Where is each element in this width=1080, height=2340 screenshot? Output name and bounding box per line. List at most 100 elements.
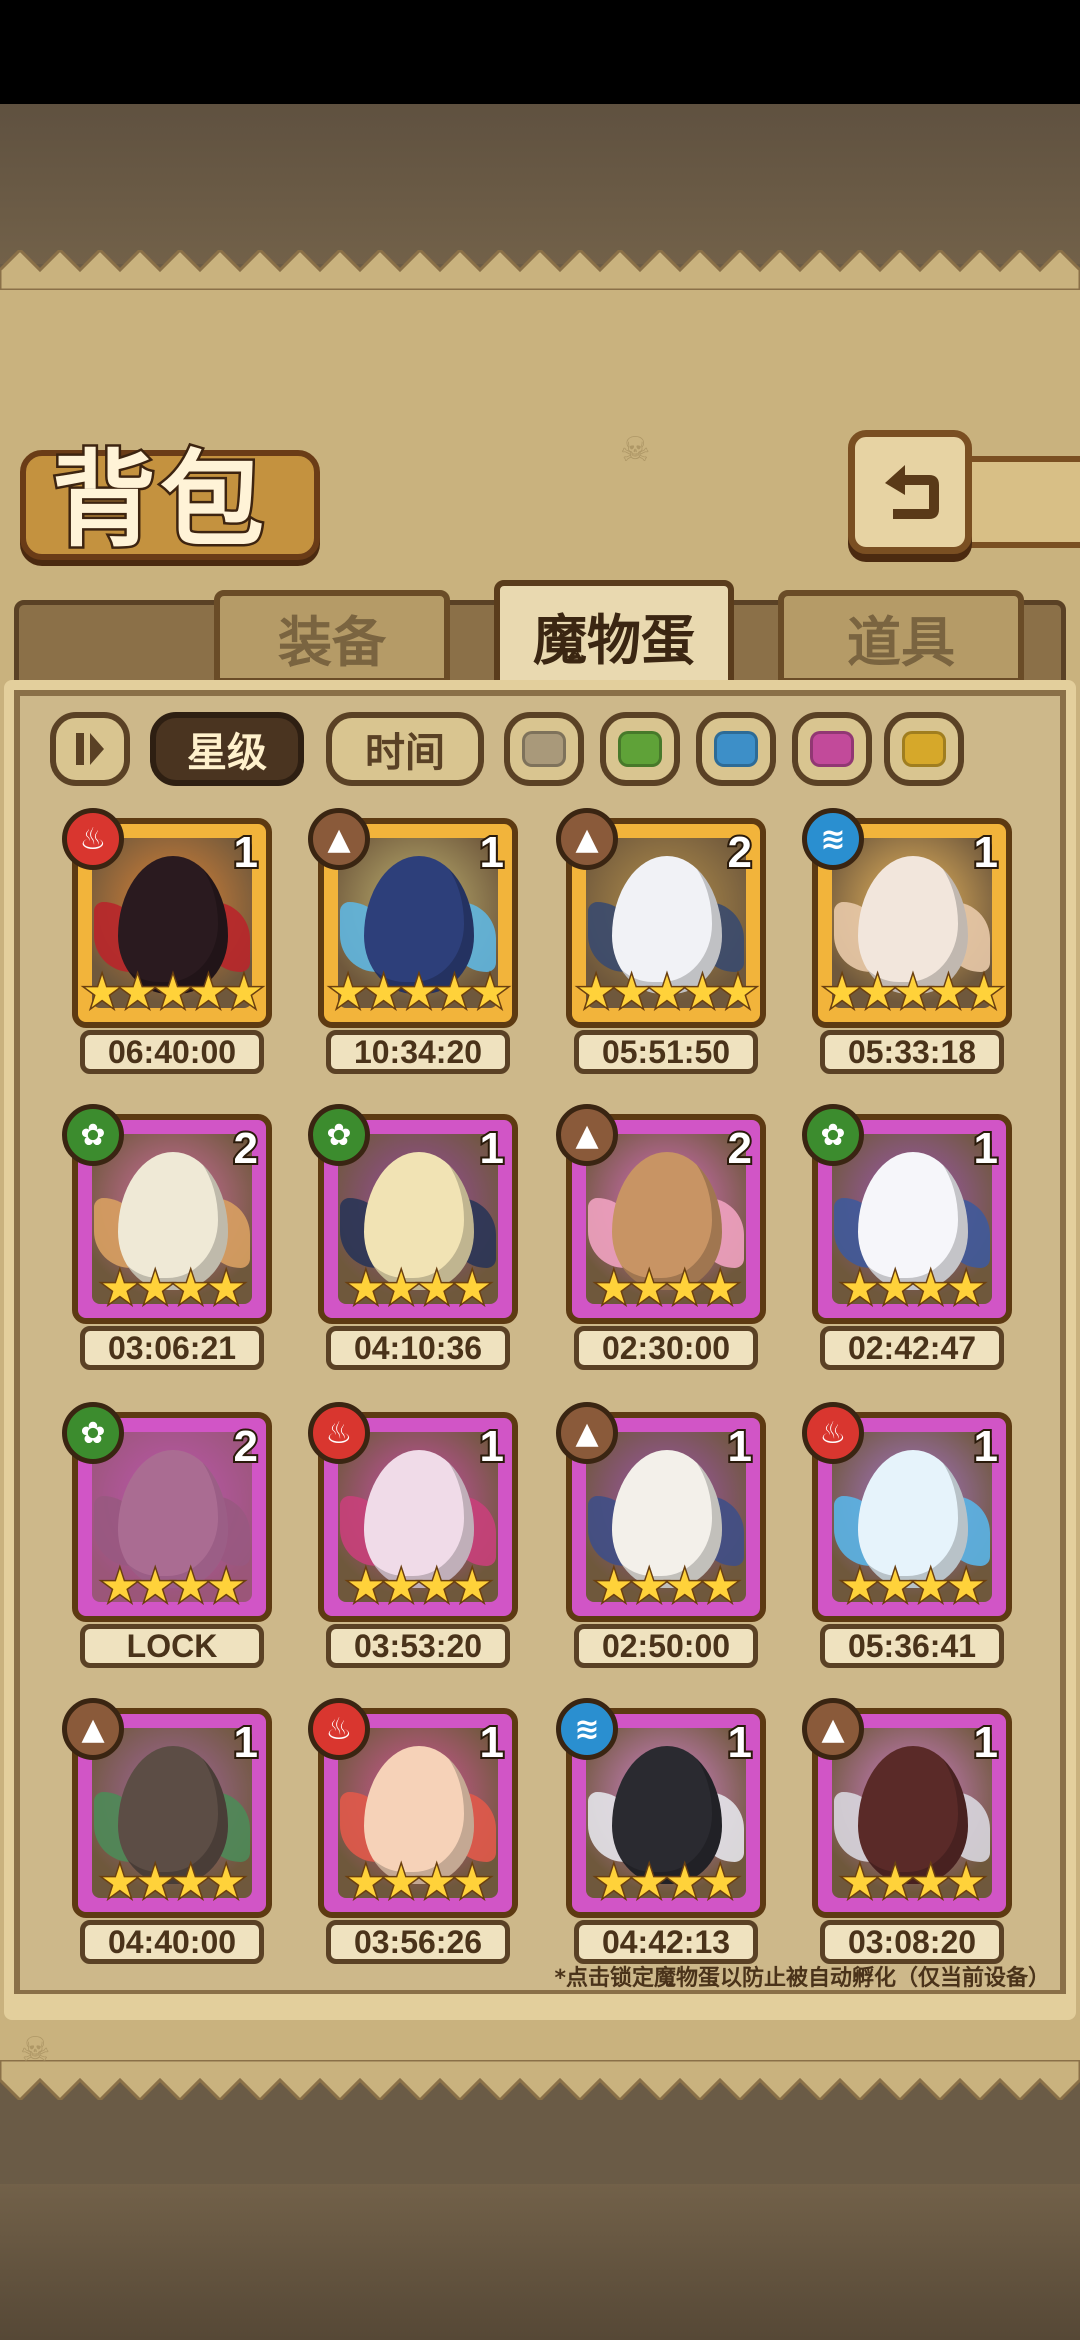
star-icon: ★ (839, 1560, 881, 1613)
grass-element-icon: ✿ (62, 1104, 124, 1166)
star-icon: ★ (909, 1262, 951, 1315)
grass-element-icon: ✿ (802, 1104, 864, 1166)
grass-element-icon: ✿ (308, 1104, 370, 1166)
hatch-timer: 04:42:13 (574, 1920, 758, 1964)
egg-count: 1 (231, 826, 260, 879)
hatch-timer: 03:56:26 (326, 1920, 510, 1964)
egg-card[interactable]: ♨ 1 ★ ★ ★ ★ 03:53:20 (308, 1402, 518, 1672)
fire-element-icon: ♨ (62, 808, 124, 870)
star-rating: ★ ★ ★ ★ (828, 1560, 998, 1613)
star-rating: ★ ★ ★ ★ (828, 1262, 998, 1315)
egg-count: 1 (477, 826, 506, 879)
filter-pink-button[interactable] (792, 712, 872, 786)
filter-green-button[interactable] (600, 712, 680, 786)
tab-monster-egg-label: 魔物蛋 (533, 607, 695, 672)
tab-equipment[interactable]: 装备 (214, 590, 450, 684)
star-rating: ★ ★ ★ ★ (828, 1856, 998, 1909)
star-icon: ★ (415, 1262, 457, 1315)
sort-by-star-button[interactable]: 星级 (150, 712, 304, 786)
egg-card[interactable]: ✿ 1 ★ ★ ★ ★ 02:42:47 (802, 1104, 1012, 1374)
star-icon: ★ (415, 1560, 457, 1613)
tab-items-label: 道具 (847, 609, 955, 674)
star-icon: ★ (433, 966, 475, 1019)
star-icon: ★ (116, 966, 158, 1019)
fire-element-icon: ♨ (802, 1402, 864, 1464)
egg-count: 1 (971, 826, 1000, 879)
water-element-icon: ≋ (802, 808, 864, 870)
star-rating: ★ ★ ★ ★ ★ (821, 966, 1005, 1019)
egg-card[interactable]: ≋ 1 ★ ★ ★ ★ ★ 05:33:18 (802, 808, 1012, 1078)
swatch-yellow (902, 731, 946, 767)
star-icon: ★ (874, 1560, 916, 1613)
star-icon: ★ (945, 1560, 987, 1613)
star-icon: ★ (821, 966, 863, 1019)
star-icon: ★ (575, 966, 617, 1019)
star-rating: ★ ★ ★ ★ (334, 1856, 504, 1909)
star-icon: ★ (892, 966, 934, 1019)
star-icon: ★ (663, 1856, 705, 1909)
star-rating: ★ ★ ★ ★ (334, 1262, 504, 1315)
filter-neutral-button[interactable] (504, 712, 584, 786)
star-icon: ★ (699, 1560, 741, 1613)
back-button[interactable] (848, 430, 972, 554)
hatch-timer: 02:42:47 (820, 1326, 1004, 1370)
egg-card[interactable]: ✿ 2 ★ ★ ★ ★ LOCK (62, 1402, 272, 1672)
egg-card[interactable]: ♨ 1 ★ ★ ★ ★ ★ 06:40:00 (62, 808, 272, 1078)
hatch-timer: LOCK (80, 1624, 264, 1668)
sort-by-time-button[interactable]: 时间 (326, 712, 484, 786)
egg-card[interactable]: ♨ 1 ★ ★ ★ ★ 03:56:26 (308, 1698, 518, 1968)
egg-card[interactable]: ✿ 1 ★ ★ ★ ★ 04:10:36 (308, 1104, 518, 1374)
egg-count: 2 (231, 1122, 260, 1175)
star-icon: ★ (963, 966, 1005, 1019)
hatch-timer: 04:10:36 (326, 1326, 510, 1370)
tab-monster-egg[interactable]: 魔物蛋 (494, 580, 734, 690)
star-icon: ★ (593, 1262, 635, 1315)
star-icon: ★ (628, 1560, 670, 1613)
egg-count: 1 (725, 1420, 754, 1473)
star-rating: ★ ★ ★ ★ (582, 1262, 752, 1315)
star-icon: ★ (99, 1262, 141, 1315)
earth-element-icon: ▲ (62, 1698, 124, 1760)
egg-count: 1 (725, 1716, 754, 1769)
egg-card[interactable]: ▲ 1 ★ ★ ★ ★ 02:50:00 (556, 1402, 766, 1672)
star-icon: ★ (717, 966, 759, 1019)
back-button-extension (960, 456, 1080, 548)
sort-toggle-icon (76, 733, 104, 765)
egg-card[interactable]: ♨ 1 ★ ★ ★ ★ 05:36:41 (802, 1402, 1012, 1672)
swatch-pink (810, 731, 854, 767)
hatch-timer: 05:51:50 (574, 1030, 758, 1074)
hatch-timer: 03:53:20 (326, 1624, 510, 1668)
tab-equipment-label: 装备 (278, 609, 386, 674)
filter-yellow-button[interactable] (884, 712, 964, 786)
lock-hint-text: *点击锁定魔物蛋以防止被自动孵化（仅当前设备） (554, 1966, 1050, 1991)
star-icon: ★ (380, 1560, 422, 1613)
star-icon: ★ (205, 1856, 247, 1909)
egg-count: 2 (725, 826, 754, 879)
star-icon: ★ (169, 1560, 211, 1613)
star-icon: ★ (99, 1856, 141, 1909)
earth-element-icon: ▲ (308, 808, 370, 870)
sort-order-button[interactable] (50, 712, 130, 786)
star-rating: ★ ★ ★ ★ (582, 1856, 752, 1909)
egg-card[interactable]: ≋ 1 ★ ★ ★ ★ 04:42:13 (556, 1698, 766, 1968)
star-icon: ★ (99, 1560, 141, 1613)
tab-items[interactable]: 道具 (778, 590, 1024, 684)
star-icon: ★ (345, 1856, 387, 1909)
earth-element-icon: ▲ (556, 808, 618, 870)
egg-card[interactable]: ▲ 2 ★ ★ ★ ★ ★ 05:51:50 (556, 808, 766, 1078)
egg-card[interactable]: ✿ 2 ★ ★ ★ ★ 03:06:21 (62, 1104, 272, 1374)
swatch-neutral (522, 731, 566, 767)
egg-card[interactable]: ▲ 2 ★ ★ ★ ★ 02:30:00 (556, 1104, 766, 1374)
egg-card[interactable]: ▲ 1 ★ ★ ★ ★ ★ 10:34:20 (308, 808, 518, 1078)
sort-by-star-label: 星级 (187, 730, 267, 776)
star-icon: ★ (415, 1856, 457, 1909)
egg-card[interactable]: ▲ 1 ★ ★ ★ ★ 03:08:20 (802, 1698, 1012, 1968)
filter-blue-button[interactable] (696, 712, 776, 786)
egg-card[interactable]: ▲ 1 ★ ★ ★ ★ 04:40:00 (62, 1698, 272, 1968)
star-icon: ★ (223, 966, 265, 1019)
earth-element-icon: ▲ (556, 1402, 618, 1464)
hatch-timer: 05:33:18 (820, 1030, 1004, 1074)
star-icon: ★ (205, 1262, 247, 1315)
star-icon: ★ (81, 966, 123, 1019)
star-icon: ★ (451, 1262, 493, 1315)
